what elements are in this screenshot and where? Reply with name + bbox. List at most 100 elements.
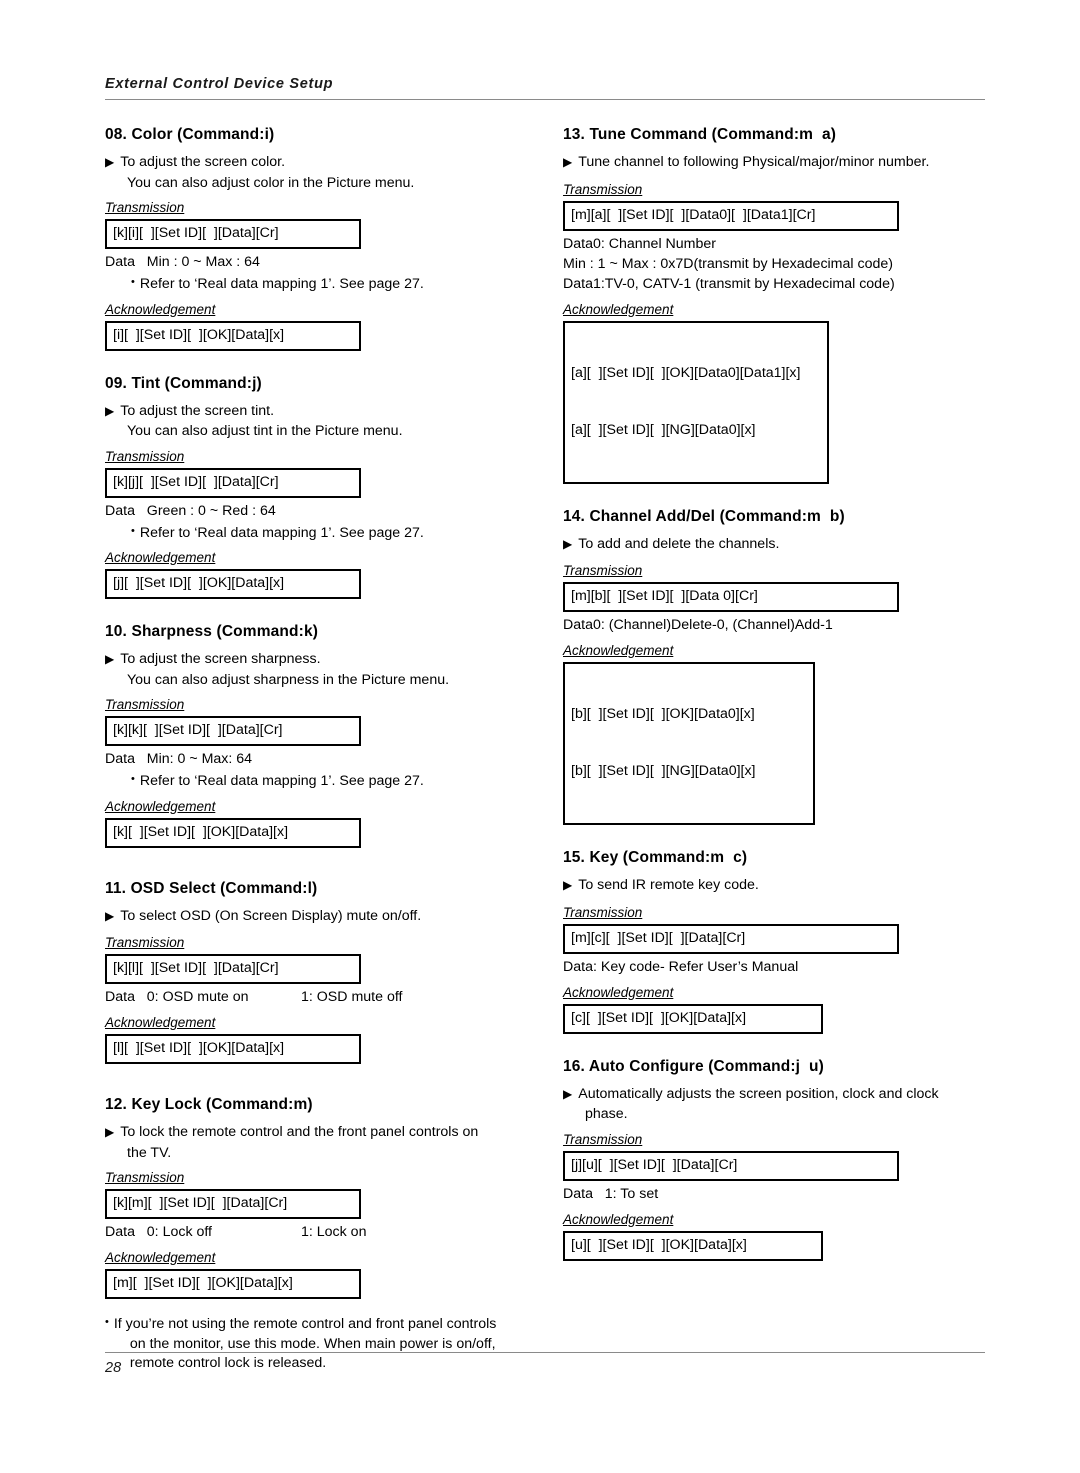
data-line-1: Data0: Channel Number <box>563 235 716 252</box>
section-description: ▶ Automatically adjusts the screen posit… <box>563 1085 988 1104</box>
acknowledgement-label: Acknowledgement <box>105 301 216 317</box>
section-title: 12. Key Lock (Command:m) <box>105 1096 313 1113</box>
section-description: ▶ To add and delete the channels. <box>563 535 988 554</box>
transmission-label: Transmission <box>563 563 643 578</box>
acknowledgement-label: Acknowledgement <box>105 798 216 814</box>
dot-bullet-icon: • <box>131 524 135 537</box>
acknowledgement-label: Acknowledgement <box>105 1250 216 1265</box>
acknowledgement-command-box: [l][ ][Set ID][ ][OK][Data][x] <box>105 1034 361 1064</box>
triangle-bullet-icon: ▶ <box>563 1086 573 1101</box>
acknowledgement-command-box: [b][ ][Set ID][ ][OK][Data0][x] [b][ ][S… <box>563 662 815 825</box>
description-text: To select OSD (On Screen Display) mute o… <box>120 907 422 924</box>
page-footer: 28 <box>105 1352 985 1376</box>
page-number: 28 <box>105 1360 122 1376</box>
transmission-command-box: [k][i][ ][Set ID][ ][Data][Cr] <box>105 219 361 249</box>
transmission-label: Transmission <box>105 200 185 215</box>
transmission-command-box: [m][a][ ][Set ID][ ][Data0][ ][Data1][Cr… <box>563 200 899 231</box>
acknowledgement-command-box: [j][ ][Set ID][ ][OK][Data][x] <box>105 569 361 599</box>
description-continuation: You can also adjust color in the Picture… <box>127 174 415 191</box>
ack-line-2: [a][ ][Set ID][ ][NG][Data0][x] <box>571 421 756 438</box>
dot-bullet-icon: • <box>131 276 135 288</box>
transmission-label: Transmission <box>105 935 185 950</box>
acknowledgement-label: Acknowledgement <box>563 301 674 317</box>
data-line: Data Green : 0 ~ Red : 64 <box>105 502 276 519</box>
section-key-lock: 12. Key Lock (Command:m) ▶ To lock the r… <box>105 1096 535 1374</box>
reference-note-text: Refer to ‘Real data mapping 1’. See page… <box>139 773 424 789</box>
reference-note: • Refer to ‘Real data mapping 1’. See pa… <box>131 275 535 294</box>
triangle-bullet-icon: ▶ <box>563 536 573 551</box>
section-osd-select: 11. OSD Select (Command:l) ▶ To select O… <box>105 879 535 1064</box>
description-text: Tune channel to following Physical/major… <box>578 154 930 170</box>
transmission-label: Transmission <box>105 697 185 712</box>
transmission-command-box: [j][u][ ][Set ID][ ][Data][Cr] <box>563 1150 899 1181</box>
triangle-bullet-icon: ▶ <box>105 155 115 169</box>
data-line-3: Data1:TV-0, CATV-1 (transmit by Hexadeci… <box>563 275 895 292</box>
ack-line-1: [b][ ][Set ID][ ][OK][Data0][x] <box>571 706 755 722</box>
transmission-command-box: [k][l][ ][Set ID][ ][Data][Cr] <box>105 954 361 984</box>
right-column: 13. Tune Command (Command:m a) ▶ Tune ch… <box>563 126 988 1263</box>
section-tint: 09. Tint (Command:j) ▶ To adjust the scr… <box>105 374 535 599</box>
data-option-b: 1: Lock on <box>301 1224 367 1240</box>
acknowledgement-command-box: [a][ ][Set ID][ ][OK][Data0][Data1][x] [… <box>563 320 829 484</box>
data-line-1: Data 1: To set <box>563 1185 659 1202</box>
section-title: 09. Tint (Command:j) <box>105 374 262 392</box>
reference-note-text: Refer to ‘Real data mapping 1’. See page… <box>139 524 424 541</box>
data-line: Data 0: Lock off 1: Lock on <box>105 1223 535 1242</box>
triangle-bullet-icon: ▶ <box>563 878 573 892</box>
section-title: 10. Sharpness (Command:k) <box>105 623 319 640</box>
footer-divider <box>105 1352 985 1353</box>
description-text: To adjust the screen color. <box>120 154 286 170</box>
transmission-command-box: [k][m][ ][Set ID][ ][Data][Cr] <box>105 1189 361 1219</box>
description-continuation: phase. <box>585 1106 628 1122</box>
acknowledgement-command-box: [m][ ][Set ID][ ][OK][Data][x] <box>105 1269 361 1299</box>
reference-note: • Refer to ‘Real data mapping 1’. See pa… <box>131 772 535 791</box>
section-title: 15. Key (Command:m c) <box>563 849 748 866</box>
data-line-1: Data0: (Channel)Delete-0, (Channel)Add-1 <box>563 617 833 633</box>
acknowledgement-command-box: [u][ ][Set ID][ ][OK][Data][x] <box>563 1230 823 1261</box>
description-text: To send IR remote key code. <box>578 877 759 893</box>
description-continuation: You can also adjust tint in the Picture … <box>127 423 403 439</box>
ack-line-1: [a][ ][Set ID][ ][OK][Data0][Data1][x] <box>571 364 801 381</box>
section-description: ▶ To lock the remote control and the fro… <box>105 1123 535 1142</box>
section-key: 15. Key (Command:m c) ▶ To send IR remot… <box>563 849 988 1034</box>
data-line: Data Min : 0 ~ Max : 64 <box>105 254 260 270</box>
reference-note-text: Refer to ‘Real data mapping 1’. See page… <box>139 276 424 292</box>
document-page: External Control Device Setup 08. Color … <box>0 0 1080 1473</box>
section-color: 08. Color (Command:i) ▶ To adjust the sc… <box>105 126 535 351</box>
data-line: Data Min: 0 ~ Max: 64 <box>105 751 253 767</box>
section-title: 14. Channel Add/Del (Command:m b) <box>563 507 845 525</box>
triangle-bullet-icon: ▶ <box>105 403 115 418</box>
acknowledgement-label: Acknowledgement <box>563 643 674 658</box>
section-sharpness: 10. Sharpness (Command:k) ▶ To adjust th… <box>105 623 535 848</box>
note-line-1: If you’re not using the remote control a… <box>113 1316 497 1332</box>
acknowledgement-command-box: [i][ ][Set ID][ ][OK][Data][x] <box>105 320 361 351</box>
description-text: To adjust the screen sharpness. <box>120 651 321 667</box>
section-title: 11. OSD Select (Command:l) <box>105 879 318 897</box>
data-line-2: Min : 1 ~ Max : 0x7D(transmit by Hexadec… <box>563 255 893 272</box>
data-line-1: Data: Key code- Refer User’s Manual <box>563 958 799 975</box>
data-option-a: Data 0: OSD mute on <box>105 989 249 1005</box>
section-description: ▶ To adjust the screen tint. <box>105 402 535 421</box>
ack-line-2: [b][ ][Set ID][ ][NG][Data0][x] <box>571 763 756 779</box>
description-text: To add and delete the channels. <box>578 535 780 552</box>
dot-bullet-icon: • <box>131 773 135 785</box>
section-description: ▶ To select OSD (On Screen Display) mute… <box>105 907 535 926</box>
header-divider <box>105 99 985 100</box>
triangle-bullet-icon: ▶ <box>563 155 573 169</box>
acknowledgement-command-box: [k][ ][Set ID][ ][OK][Data][x] <box>105 817 361 848</box>
data-option-b: 1: OSD mute off <box>301 989 403 1005</box>
description-continuation: the TV. <box>127 1144 172 1161</box>
section-title: 08. Color (Command:i) <box>105 126 275 143</box>
left-column: 08. Color (Command:i) ▶ To adjust the sc… <box>105 126 535 1374</box>
description-text: To lock the remote control and the front… <box>120 1124 479 1140</box>
reference-note: • Refer to ‘Real data mapping 1’. See pa… <box>131 524 535 543</box>
running-header: External Control Device Setup <box>105 76 985 100</box>
transmission-command-box: [k][k][ ][Set ID][ ][Data][Cr] <box>105 716 361 746</box>
data-line: Data 0: OSD mute on 1: OSD mute off <box>105 988 535 1007</box>
